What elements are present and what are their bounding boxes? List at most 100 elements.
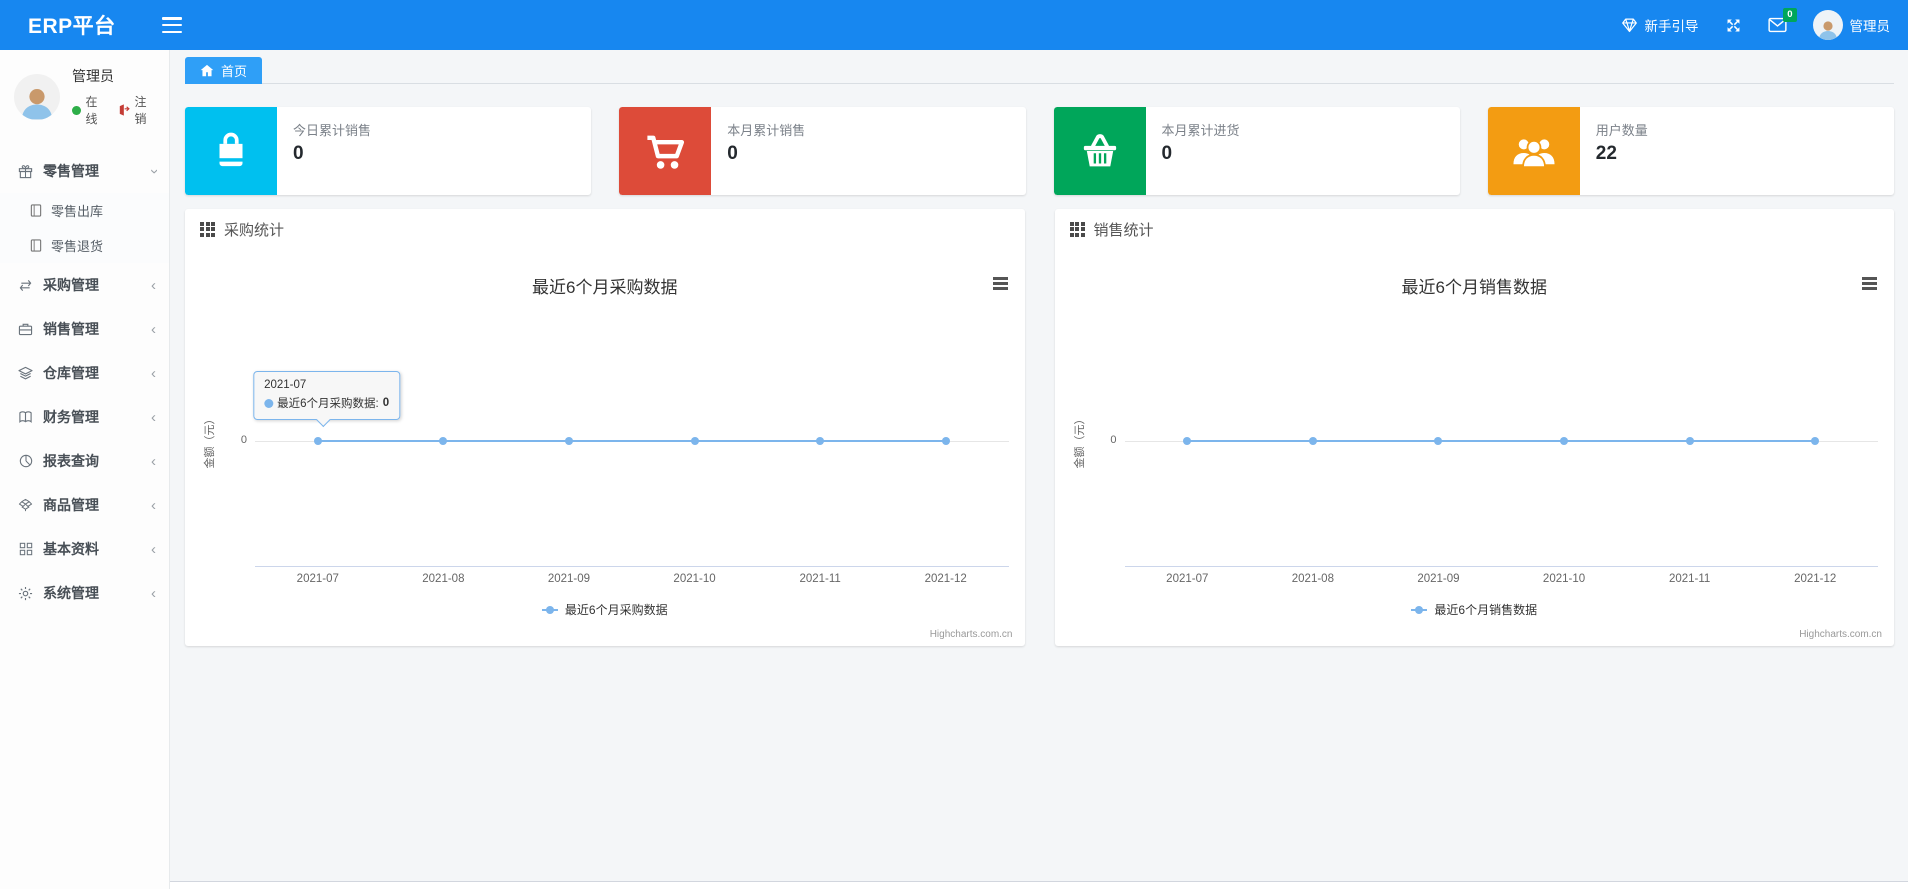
stat-value: 0: [293, 143, 304, 164]
tooltip-header: 2021-07: [264, 379, 307, 391]
stat-card-today-sales: 今日累计销售 0: [185, 107, 592, 195]
data-point[interactable]: [1811, 437, 1820, 445]
shopping-bag-icon: [208, 128, 254, 174]
chevron-left-icon: ‹: [151, 320, 156, 338]
top-navbar: ERP平台 新手引导 0 管理员: [0, 0, 1908, 50]
data-point[interactable]: [941, 437, 950, 445]
stat-cards: 今日累计销售 0 本月累计销售 0 本月累计进货 0 用户数量 22: [185, 107, 1894, 195]
x-axis-labels: 2021-07 2021-08 2021-09 2021-10 2021-11 …: [255, 573, 1009, 587]
sidebar-item-retail-outbound[interactable]: 零售出库: [0, 193, 169, 228]
tooltip-label: 最近6个月采购数据:: [277, 398, 379, 410]
sidebar-item-finance[interactable]: 财务管理 ‹: [0, 395, 169, 439]
logout-link[interactable]: 注销: [119, 93, 157, 127]
sidebar-avatar: [14, 73, 60, 120]
th-grid-icon: [1069, 221, 1085, 237]
x-tick-label: 2021-11: [799, 573, 841, 585]
sidebar-item-retail[interactable]: 零售管理 ‹: [0, 149, 169, 193]
users-icon: [1510, 129, 1558, 173]
stat-label: 用户数量: [1595, 123, 1648, 138]
data-point[interactable]: [439, 437, 448, 445]
th-grid-icon: [200, 221, 215, 237]
legend-item[interactable]: 最近6个月销售数据: [1055, 601, 1895, 618]
gear-icon: [17, 586, 34, 601]
guide-label: 新手引导: [1644, 19, 1699, 34]
purchase-stats-panel: 采购统计 最近6个月采购数据 金额（元） 0 2021-07 最近6个月采购数据…: [185, 209, 1025, 646]
sidebar-item-label: 商品管理: [43, 497, 99, 513]
messages-button[interactable]: 0: [1767, 8, 1797, 33]
x-tick-label: 2021-07: [1166, 573, 1209, 585]
home-icon: [200, 64, 214, 77]
sidebar-user-name: 管理员: [72, 68, 114, 84]
file-icon: [29, 239, 43, 252]
pie-chart-icon: [17, 454, 34, 468]
user-name: 管理员: [1849, 19, 1891, 34]
sidebar-item-label: 财务管理: [43, 409, 99, 425]
footer: [170, 881, 1908, 889]
x-tick-label: 2021-09: [547, 573, 591, 585]
sidebar-item-purchase[interactable]: 采购管理 ‹: [0, 263, 169, 307]
panel-title: 销售统计: [1093, 221, 1154, 239]
highcharts-credits[interactable]: Highcharts.com.cn: [930, 629, 1013, 640]
data-point[interactable]: [816, 437, 825, 445]
panel-header: 采购统计: [185, 209, 1025, 249]
x-tick-label: 2021-10: [673, 573, 716, 585]
chart-context-menu-button[interactable]: [992, 277, 1008, 292]
sidebar-item-goods[interactable]: 商品管理 ‹: [0, 483, 169, 527]
x-axis-labels: 2021-07 2021-08 2021-09 2021-10 2021-11 …: [1125, 573, 1879, 587]
chevron-left-icon: ‹: [151, 452, 156, 470]
legend-label: 最近6个月销售数据: [1434, 603, 1538, 617]
chart-title: 最近6个月采购数据: [532, 278, 678, 297]
sidebar: 管理员 在线 注销 零售管理 ‹ 零售出库 零售退货 采购管理 ‹ 销售管理 ‹…: [0, 50, 170, 889]
legend-item[interactable]: 最近6个月采购数据: [185, 601, 1025, 618]
sidebar-item-label: 报表查询: [43, 453, 99, 469]
legend-marker-icon: [1411, 605, 1428, 614]
data-point[interactable]: [690, 437, 699, 445]
user-menu[interactable]: 管理员: [1812, 10, 1891, 40]
shopping-basket-icon: [1076, 129, 1124, 173]
x-tick-label: 2021-11: [1668, 573, 1711, 585]
chart-title: 最近6个月销售数据: [1401, 278, 1547, 297]
sidebar-item-label: 系统管理: [43, 585, 99, 601]
data-point[interactable]: [564, 437, 573, 445]
plot-area: 金额（元） 0: [1074, 309, 1878, 567]
sidebar-user-panel: 管理员 在线 注销: [0, 50, 169, 145]
chart-context-menu-button[interactable]: [1862, 277, 1877, 292]
data-point[interactable]: [1685, 437, 1694, 445]
sales-chart: 最近6个月销售数据 金额（元） 0 2021-07 2021-08 2021-0…: [1055, 249, 1895, 646]
chevron-left-icon: ‹: [151, 364, 156, 382]
sidebar-item-label: 采购管理: [43, 277, 99, 293]
data-point[interactable]: [1183, 437, 1192, 445]
logout-label: 注销: [134, 95, 147, 126]
sidebar-item-basic-data[interactable]: 基本资料 ‹: [0, 527, 169, 571]
highcharts-credits[interactable]: Highcharts.com.cn: [1799, 629, 1882, 640]
online-status-icon: [72, 105, 81, 115]
sidebar-toggle-icon[interactable]: [162, 17, 182, 33]
chart-panels: 采购统计 最近6个月采购数据 金额（元） 0 2021-07 最近6个月采购数据…: [185, 209, 1894, 646]
tab-home[interactable]: 首页: [185, 57, 263, 84]
purchase-chart: 最近6个月采购数据 金额（元） 0 2021-07 最近6个月采购数据: 0 2…: [185, 249, 1025, 646]
sidebar-item-label: 销售管理: [43, 321, 99, 337]
sidebar-item-warehouse[interactable]: 仓库管理 ‹: [0, 351, 169, 395]
tooltip-value: 0: [382, 397, 390, 409]
sidebar-item-retail-return[interactable]: 零售退货: [0, 228, 169, 263]
exchange-icon: [17, 279, 34, 292]
series-marker-icon: [264, 398, 274, 408]
sidebar-menu: 零售管理 ‹ 零售出库 零售退货 采购管理 ‹ 销售管理 ‹ 仓库管理 ‹ 财务…: [0, 149, 169, 615]
fullscreen-button[interactable]: [1725, 17, 1742, 34]
gem-icon: [1621, 17, 1638, 34]
data-point[interactable]: [1560, 437, 1569, 445]
x-tick-label: 2021-10: [1542, 573, 1586, 585]
sidebar-item-system[interactable]: 系统管理 ‹: [0, 571, 169, 615]
tooltip-arrow: [315, 412, 330, 428]
guide-button[interactable]: 新手引导: [1621, 15, 1699, 35]
panel-header: 销售统计: [1055, 209, 1895, 249]
tab-home-label: 首页: [221, 64, 248, 79]
data-point[interactable]: [1434, 437, 1443, 445]
x-tick-label: 2021-12: [1794, 573, 1837, 585]
sidebar-item-label: 零售出库: [51, 204, 104, 219]
data-point[interactable]: [1308, 437, 1317, 445]
data-point[interactable]: [313, 437, 322, 445]
series-line: [1187, 440, 1816, 442]
sidebar-item-sales[interactable]: 销售管理 ‹: [0, 307, 169, 351]
sidebar-item-reports[interactable]: 报表查询 ‹: [0, 439, 169, 483]
